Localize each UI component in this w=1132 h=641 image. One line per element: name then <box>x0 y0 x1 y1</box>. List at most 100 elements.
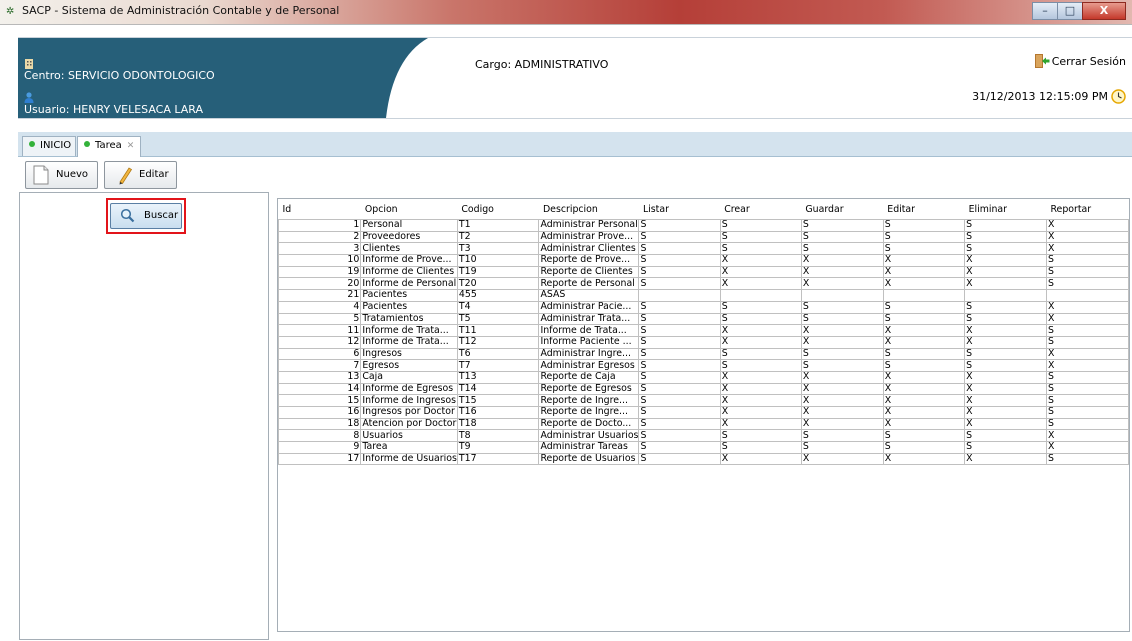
table-cell: S <box>800 300 884 314</box>
table-cell: X <box>800 277 884 291</box>
new-button-label: Nuevo <box>56 169 89 180</box>
tab-tarea[interactable]: Tarea ✕ <box>77 136 141 157</box>
table-cell: Ingresos por Doctor <box>360 406 458 419</box>
header-band: Centro: SERVICIO ODONTOLOGICO Usuario: H… <box>18 38 428 118</box>
table-row[interactable]: 12 Informe de Trata... T12 Informe Paciente… <box>278 335 1129 349</box>
table-cell: S <box>1045 370 1129 384</box>
table-cell: S <box>964 242 1047 256</box>
table-cell: 455 <box>456 289 540 302</box>
table-cell: S <box>800 230 884 244</box>
table-row[interactable]: 11 Informe de Trata... T11 Informe de Trata… <box>278 324 1129 337</box>
table-row[interactable]: 15 Informe de Ingresos T15 Reporte de Ingre… <box>278 394 1129 407</box>
table-row[interactable]: 4 Pacientes T4 Administrar Pacie... S S S S S X <box>278 300 1129 314</box>
column-header[interactable]: Descripcion <box>538 199 639 220</box>
table-cell: X <box>1045 300 1129 314</box>
table-cell: S <box>964 230 1047 244</box>
close-button[interactable]: X <box>1082 2 1126 20</box>
table-row[interactable]: 20 Informe de Personal T20 Reporte de Perso… <box>278 277 1129 291</box>
table-row[interactable]: 17 Informe de Usuarios T17 Reporte de Usuar… <box>278 452 1129 466</box>
table-row[interactable]: 5 Tratamientos T5 Administrar Trata... S S S S S… <box>278 312 1129 326</box>
centro-text: Centro: SERVICIO ODONTOLOGICO <box>24 69 215 82</box>
table-cell: S <box>800 441 884 454</box>
edit-button[interactable]: Editar <box>104 161 177 189</box>
cargo-label: Cargo: ADMINISTRATIVO <box>475 58 609 71</box>
table-cell: S <box>800 429 884 443</box>
table-row[interactable]: 2 Proveedores T2 Administrar Prove... S S S S S X <box>278 230 1129 244</box>
table-cell: Usuarios <box>360 429 458 443</box>
column-header[interactable]: Opcion <box>360 199 458 220</box>
table-cell: X <box>719 265 802 279</box>
close-tab-icon[interactable]: ✕ <box>127 141 135 151</box>
table-cell: Administrar Personal <box>538 219 640 232</box>
table-cell: T4 <box>456 300 540 314</box>
search-button[interactable]: Buscar <box>110 203 182 229</box>
column-header[interactable]: Eliminar <box>964 199 1047 220</box>
table-cell: S <box>800 219 884 232</box>
table-cell: S <box>719 347 802 361</box>
table-cell: Reporte de Ingre... <box>538 394 640 407</box>
new-button[interactable]: Nuevo <box>25 161 98 189</box>
table-cell: 2 <box>278 230 362 244</box>
table-cell: Ingresos <box>360 347 458 361</box>
table-cell: T16 <box>456 406 540 419</box>
table-row[interactable]: 13 Caja T13 Reporte de Caja S X X X X S <box>278 370 1129 384</box>
table-cell: S <box>1045 254 1129 267</box>
filter-panel <box>19 192 269 640</box>
table-cell: X <box>882 417 966 431</box>
table-row[interactable]: 6 Ingresos T6 Administrar Ingre... S S S S S X <box>278 347 1129 361</box>
table-cell: S <box>638 312 721 326</box>
window-controls: – □ X <box>1032 2 1126 20</box>
table-cell: S <box>638 382 721 396</box>
pencil-icon <box>119 167 133 185</box>
table-cell: S <box>882 312 966 326</box>
table-cell: X <box>719 254 802 267</box>
table-cell: X <box>964 277 1047 291</box>
table-row[interactable]: 14 Informe de Egresos T14 Reporte de Egreso… <box>278 382 1129 396</box>
table-cell: S <box>1045 417 1129 431</box>
datetime-display: 31/12/2013 12:15:09 PM <box>972 89 1126 104</box>
table-cell: 5 <box>278 312 362 326</box>
table-cell: Reporte de Usuarios <box>538 452 640 466</box>
column-header[interactable]: Id <box>278 199 361 220</box>
table-cell: Administrar Prove... <box>538 230 640 244</box>
search-button-label: Buscar <box>144 210 179 221</box>
table-row[interactable]: 19 Informe de Clientes T19 Reporte de Clien… <box>278 265 1129 279</box>
table-row[interactable]: 7 Egresos T7 Administrar Egresos S S S S S X <box>278 359 1129 372</box>
table-cell: 8 <box>278 429 362 443</box>
table-cell: T15 <box>456 394 540 407</box>
column-header[interactable]: Editar <box>883 199 965 220</box>
table-cell: X <box>882 265 966 279</box>
table-cell: T5 <box>456 312 540 326</box>
table-row[interactable]: 3 Clientes T3 Administrar Clientes S S S S S X <box>278 242 1129 256</box>
table-cell: X <box>882 324 966 337</box>
table-row[interactable]: 18 Atencion por Doctor T18 Reporte de Docto… <box>278 417 1129 431</box>
column-header[interactable]: Listar <box>638 199 721 220</box>
table-row[interactable]: 1 Personal T1 Administrar Personal S S S S S X <box>278 219 1129 232</box>
table-cell: X <box>882 406 966 419</box>
column-header[interactable]: Guardar <box>801 199 884 220</box>
tab-tarea-label: Tarea <box>95 140 122 151</box>
table-row[interactable]: 8 Usuarios T8 Administrar Usuarios S S S S S X <box>278 429 1129 443</box>
minimize-button[interactable]: – <box>1032 2 1058 20</box>
column-header[interactable]: Crear <box>720 199 802 220</box>
table-row[interactable]: 10 Informe de Prove... T10 Reporte de Prove… <box>278 254 1129 267</box>
table-cell: X <box>882 452 966 466</box>
window-titlebar[interactable]: ✲ SACP - Sistema de Administración Conta… <box>0 0 1132 25</box>
column-header[interactable]: Reportar <box>1046 199 1129 220</box>
column-header[interactable]: Codigo <box>457 199 539 220</box>
results-table-panel[interactable]: Id Opcion Codigo Descripcion Listar Crear Guar… <box>277 198 1130 632</box>
table-cell: S <box>638 324 721 337</box>
tab-inicio[interactable]: INICIO <box>22 136 76 156</box>
table-row[interactable]: 16 Ingresos por Doctor T16 Reporte de Ingre… <box>278 406 1129 419</box>
results-table: Id Opcion Codigo Descripcion Listar Crear Guar… <box>278 199 1129 466</box>
table-cell: S <box>964 347 1047 361</box>
table-row[interactable]: 9 Tarea T9 Administrar Tareas S S S S S X <box>278 441 1129 454</box>
table-cell: Pacientes <box>360 300 458 314</box>
table-cell: X <box>964 265 1047 279</box>
maximize-button[interactable]: □ <box>1057 2 1083 20</box>
table-row[interactable]: 21 Pacientes 455 ASAS <box>278 289 1129 302</box>
table-cell: Administrar Ingre... <box>538 347 640 361</box>
table-cell: T2 <box>456 230 540 244</box>
table-cell: S <box>800 242 884 256</box>
logout-button[interactable]: Cerrar Sesión <box>1034 53 1126 69</box>
